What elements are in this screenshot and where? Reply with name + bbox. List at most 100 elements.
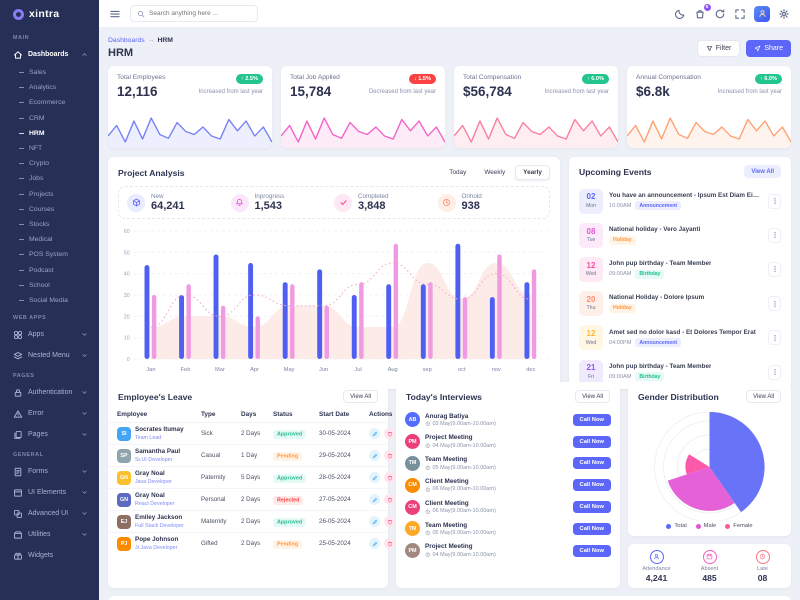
- sidebar-item-label: Advanced UI: [28, 510, 68, 517]
- view-all-button[interactable]: View All: [575, 390, 610, 403]
- event-row[interactable]: 20 Thu National Holiday - Dolore Ipsum H…: [569, 287, 791, 321]
- delete-button[interactable]: [384, 516, 395, 527]
- event-menu-button[interactable]: [768, 262, 781, 277]
- sidebar-item-jobs[interactable]: Jobs: [0, 171, 99, 186]
- sidebar-item-crypto[interactable]: Crypto: [0, 156, 99, 171]
- search-box[interactable]: [130, 5, 258, 22]
- view-all-button[interactable]: View All: [343, 390, 378, 403]
- trend-delta: 6.0%: [591, 76, 604, 82]
- call-now-button[interactable]: Call Now: [573, 457, 611, 469]
- search-input[interactable]: [149, 10, 251, 17]
- sidebar-item-error[interactable]: Error: [0, 403, 99, 424]
- table-row[interactable]: SP Samantha Paul Sr.UI Developer Casual …: [108, 444, 388, 466]
- sidebar-item-courses[interactable]: Courses: [0, 202, 99, 217]
- settings-icon[interactable]: [778, 8, 790, 20]
- sidebar-item-ecommerce[interactable]: Ecommerce: [0, 95, 99, 110]
- sidebar-item-ui-elements[interactable]: UI Elements: [0, 482, 99, 503]
- breadcrumb-dashboards[interactable]: Dashboards: [108, 37, 145, 44]
- dark-mode-icon[interactable]: [674, 8, 686, 20]
- filter-button[interactable]: Filter: [697, 40, 741, 57]
- view-all-button[interactable]: View All: [746, 390, 781, 403]
- sidebar-item-apps[interactable]: Apps: [0, 324, 99, 345]
- sidebar-item-podcast[interactable]: Podcast: [0, 262, 99, 277]
- table-row[interactable]: GN Gray Noal React Developer Personal 2 …: [108, 488, 388, 510]
- refresh-icon[interactable]: [714, 8, 726, 20]
- sidebar-item-authentication[interactable]: Authentication: [0, 382, 99, 403]
- dash-icon: [19, 72, 24, 73]
- delete-button[interactable]: [384, 494, 395, 505]
- range-button[interactable]: Weekly: [476, 165, 513, 180]
- sidebar-item-analytics[interactable]: Analytics: [0, 80, 99, 95]
- svg-text:Jul: Jul: [355, 367, 362, 373]
- delete-button[interactable]: [384, 472, 395, 483]
- delete-button[interactable]: [384, 538, 395, 549]
- clock-icon: [425, 443, 431, 449]
- call-now-button[interactable]: Call Now: [573, 436, 611, 448]
- event-row[interactable]: 08 Tue National holiday - Vero Jayanti H…: [569, 218, 791, 252]
- table-row[interactable]: SI Socrates Itumay Team Lead Sick 2 Days…: [108, 422, 388, 444]
- interview-time: 05 May(9.00am-10.00am): [433, 530, 496, 536]
- trend-badge: ↑ 6.0%: [755, 74, 782, 84]
- call-now-button[interactable]: Call Now: [573, 501, 611, 513]
- sidebar-item-social-media[interactable]: Social Media: [0, 293, 99, 308]
- table-row[interactable]: PJ Pope Johnson Jr.Java Developer Gifted…: [108, 532, 388, 554]
- legend-label: Total: [674, 523, 686, 529]
- sidebar-item-stocks[interactable]: Stocks: [0, 217, 99, 232]
- edit-button[interactable]: [369, 472, 380, 483]
- event-row[interactable]: 02 Mon You have an announcement - Ipsum …: [569, 184, 791, 218]
- hamburger-icon[interactable]: [109, 8, 121, 20]
- cart-button[interactable]: 5: [694, 8, 706, 20]
- sidebar-item-hrm[interactable]: HRM: [0, 126, 99, 141]
- edit-button[interactable]: [369, 494, 380, 505]
- event-row[interactable]: 12 Wed Amet sed no dolor kasd - Et Dolor…: [569, 321, 791, 355]
- sparkline-chart: [108, 114, 272, 148]
- sidebar-item-nft[interactable]: NFT: [0, 141, 99, 156]
- sidebar-item-widgets[interactable]: Widgets: [0, 545, 99, 566]
- sidebar-item-school[interactable]: School: [0, 278, 99, 293]
- sidebar-item-medical[interactable]: Medical: [0, 232, 99, 247]
- delete-button[interactable]: [384, 450, 395, 461]
- sidebar-item-projects[interactable]: Projects: [0, 187, 99, 202]
- delete-button[interactable]: [384, 428, 395, 439]
- sidebar-item-pos-system[interactable]: POS System: [0, 247, 99, 262]
- sidebar-item-sales[interactable]: Sales: [0, 65, 99, 80]
- start-date: 25-05-2024: [319, 540, 369, 547]
- panel-title: Employee's Leave: [118, 392, 192, 402]
- table-row[interactable]: EJ Emiley Jackson Full Stack Developer M…: [108, 510, 388, 532]
- event-menu-button[interactable]: [768, 330, 781, 345]
- sidebar-item-crm[interactable]: CRM: [0, 111, 99, 126]
- event-menu-button[interactable]: [768, 228, 781, 243]
- sidebar-item-utilities[interactable]: Utilities: [0, 524, 99, 545]
- event-menu-button[interactable]: [768, 365, 781, 380]
- fullscreen-icon[interactable]: [734, 8, 746, 20]
- range-button[interactable]: Yearly: [515, 165, 550, 180]
- edit-button[interactable]: [369, 538, 380, 549]
- stat-icon: [706, 553, 713, 560]
- call-now-button[interactable]: Call Now: [573, 479, 611, 491]
- event-menu-button[interactable]: [768, 194, 781, 209]
- call-now-button[interactable]: Call Now: [573, 545, 611, 557]
- call-now-button[interactable]: Call Now: [573, 414, 611, 426]
- edit-button[interactable]: [369, 450, 380, 461]
- event-menu-button[interactable]: [768, 296, 781, 311]
- event-row[interactable]: 12 Wed John pup birthday - Team Member 0…: [569, 252, 791, 286]
- advanced-ui-icon: [13, 509, 23, 519]
- translate-icon[interactable]: [654, 8, 666, 20]
- table-row[interactable]: GN Gray Noal Java Developer Paternity 5 …: [108, 466, 388, 488]
- edit-button[interactable]: [369, 428, 380, 439]
- user-avatar[interactable]: [754, 6, 770, 22]
- sidebar-item-pages[interactable]: Pages: [0, 424, 99, 445]
- call-now-button[interactable]: Call Now: [573, 523, 611, 535]
- sidebar-item-advanced-ui[interactable]: Advanced UI: [0, 503, 99, 524]
- sidebar-item-forms[interactable]: Forms: [0, 461, 99, 482]
- range-button[interactable]: Today: [441, 165, 474, 180]
- start-date: 28-05-2024: [319, 474, 369, 481]
- sidebar-item-nested-menu[interactable]: Nested Menu: [0, 345, 99, 366]
- share-button[interactable]: Share: [746, 40, 791, 57]
- employee-role: Sr.UI Developer: [135, 457, 180, 463]
- edit-button[interactable]: [369, 516, 380, 527]
- sidebar-item-dashboards[interactable]: Dashboards: [0, 44, 99, 65]
- view-all-button[interactable]: View All: [744, 165, 781, 178]
- app-logo[interactable]: xintra: [0, 0, 99, 28]
- utilities-icon: [13, 530, 23, 540]
